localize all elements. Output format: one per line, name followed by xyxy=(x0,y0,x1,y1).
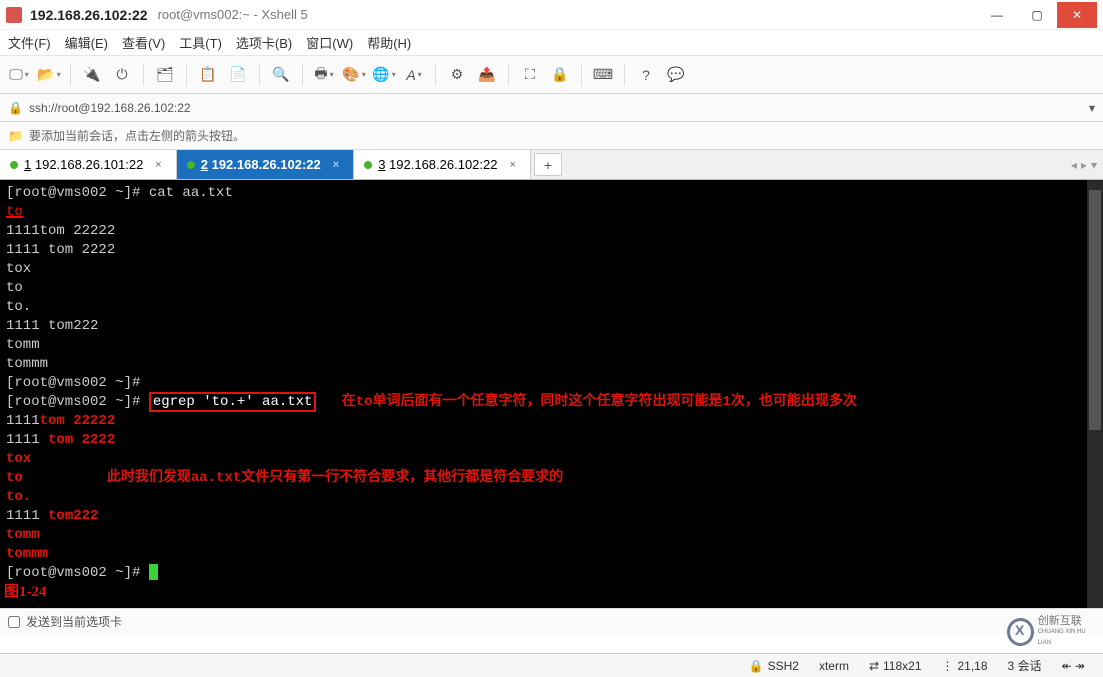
cursor xyxy=(149,564,158,580)
help-icon[interactable]: ? xyxy=(633,62,659,88)
menu-tools[interactable]: 工具(T) xyxy=(179,33,222,52)
status-arrows[interactable]: ↞ ↠ xyxy=(1062,659,1085,673)
status-bar: 🔒 SSH2 xterm ⇄ 118x21 ⋮ 21,18 3 会话 ↞ ↠ xyxy=(0,653,1103,677)
keyboard-icon[interactable]: ⌨ xyxy=(590,62,616,88)
window-title-main: 192.168.26.102:22 xyxy=(30,7,148,23)
transfer-icon[interactable]: 📤 xyxy=(474,62,500,88)
tab-session-2[interactable]: 2 192.168.26.102:22 × xyxy=(177,150,354,179)
status-ssh: 🔒 SSH2 xyxy=(749,659,799,673)
chat-icon[interactable]: 💬 xyxy=(663,62,689,88)
toolbar: 🖵 📂 🔌 ⏻ 🗂 📋 📄 🔍 🖶 🎨 🌐 A ⚙ 📤 ⛶ 🔒 ⌨ ? 💬 xyxy=(0,56,1103,94)
bookmark-icon[interactable]: 📁 xyxy=(8,129,23,143)
menu-help[interactable]: 帮助(H) xyxy=(367,33,411,52)
address-bar: 🔒 ▾ xyxy=(0,94,1103,122)
open-session-icon[interactable]: 📂 xyxy=(36,62,62,88)
copy-icon[interactable]: 📋 xyxy=(195,62,221,88)
status-sessions: 3 会话 xyxy=(1008,657,1042,674)
footer-bar: 发送到当前选项卡 xyxy=(0,608,1103,634)
search-icon[interactable]: 🔍 xyxy=(268,62,294,88)
status-dot-icon xyxy=(364,161,372,169)
script-icon[interactable]: ⚙ xyxy=(444,62,470,88)
tab-list-icon[interactable]: ▾ xyxy=(1091,158,1097,172)
titlebar: 192.168.26.102:22 root@vms002:~ - Xshell… xyxy=(0,0,1103,30)
disconnect-icon[interactable]: ⏻ xyxy=(109,62,135,88)
logo-ring-icon xyxy=(1007,618,1034,646)
color-icon[interactable]: 🎨 xyxy=(341,62,367,88)
lock-icon[interactable]: 🔒 xyxy=(547,62,573,88)
terminal[interactable]: [root@vms002 ~]# cat aa.txt to 1111tom 2… xyxy=(0,180,1103,608)
tab-close-icon[interactable]: × xyxy=(333,159,339,171)
globe-icon[interactable]: 🌐 xyxy=(371,62,397,88)
maximize-button[interactable]: ▢ xyxy=(1017,2,1057,28)
new-session-icon[interactable]: 🖵 xyxy=(6,62,32,88)
paste-icon[interactable]: 📄 xyxy=(225,62,251,88)
tab-close-icon[interactable]: × xyxy=(155,159,161,171)
status-term: xterm xyxy=(819,659,849,673)
scrollbar[interactable] xyxy=(1087,180,1103,608)
reconnect-icon[interactable]: 🔌 xyxy=(79,62,105,88)
menu-tabs[interactable]: 选项卡(B) xyxy=(236,33,292,52)
tab-next-icon[interactable]: ▸ xyxy=(1081,158,1087,172)
properties-icon[interactable]: 🗂 xyxy=(152,62,178,88)
hint-text: 要添加当前会话，点击左侧的箭头按钮。 xyxy=(29,127,245,144)
font-icon[interactable]: A xyxy=(401,62,427,88)
window-title-sub: root@vms002:~ - Xshell 5 xyxy=(158,7,308,22)
tab-close-icon[interactable]: × xyxy=(509,159,515,171)
fullscreen-icon[interactable]: ⛶ xyxy=(517,62,543,88)
tab-prev-icon[interactable]: ◂ xyxy=(1071,158,1077,172)
tab-nav: ◂ ▸ ▾ xyxy=(1065,150,1103,179)
address-dropdown-icon[interactable]: ▾ xyxy=(1089,101,1095,115)
address-input[interactable] xyxy=(29,101,1083,115)
app-icon xyxy=(6,7,22,23)
status-size: ⇄ 118x21 xyxy=(869,659,922,673)
lock-small-icon: 🔒 xyxy=(8,101,23,115)
close-button[interactable]: ✕ xyxy=(1057,2,1097,28)
send-checkbox[interactable] xyxy=(8,616,20,628)
figure-label: 图1-24 xyxy=(4,583,47,602)
status-pos: ⋮ 21,18 xyxy=(942,659,988,673)
hint-bar: 📁 要添加当前会话，点击左侧的箭头按钮。 xyxy=(0,122,1103,150)
tabs-bar: 1 192.168.26.101:22 × 2 192.168.26.102:2… xyxy=(0,150,1103,180)
status-dot-icon xyxy=(10,161,18,169)
menu-edit[interactable]: 编辑(E) xyxy=(65,33,108,52)
footer-label: 发送到当前选项卡 xyxy=(26,613,122,630)
new-tab-button[interactable]: + xyxy=(534,153,562,176)
window-controls: — ▢ ✕ xyxy=(977,2,1097,28)
menu-view[interactable]: 查看(V) xyxy=(122,33,165,52)
menu-file[interactable]: 文件(F) xyxy=(8,33,51,52)
print-icon[interactable]: 🖶 xyxy=(311,62,337,88)
status-dot-icon xyxy=(187,161,195,169)
menu-window[interactable]: 窗口(W) xyxy=(306,33,353,52)
menubar: 文件(F) 编辑(E) 查看(V) 工具(T) 选项卡(B) 窗口(W) 帮助(… xyxy=(0,30,1103,56)
tab-session-1[interactable]: 1 192.168.26.101:22 × xyxy=(0,150,177,179)
watermark-logo: 创新互联 CHUANG XIN HU LIAN xyxy=(1007,615,1097,649)
minimize-button[interactable]: — xyxy=(977,2,1017,28)
tab-session-3[interactable]: 3 192.168.26.102:22 × xyxy=(354,150,531,179)
scrollbar-thumb[interactable] xyxy=(1089,190,1101,430)
